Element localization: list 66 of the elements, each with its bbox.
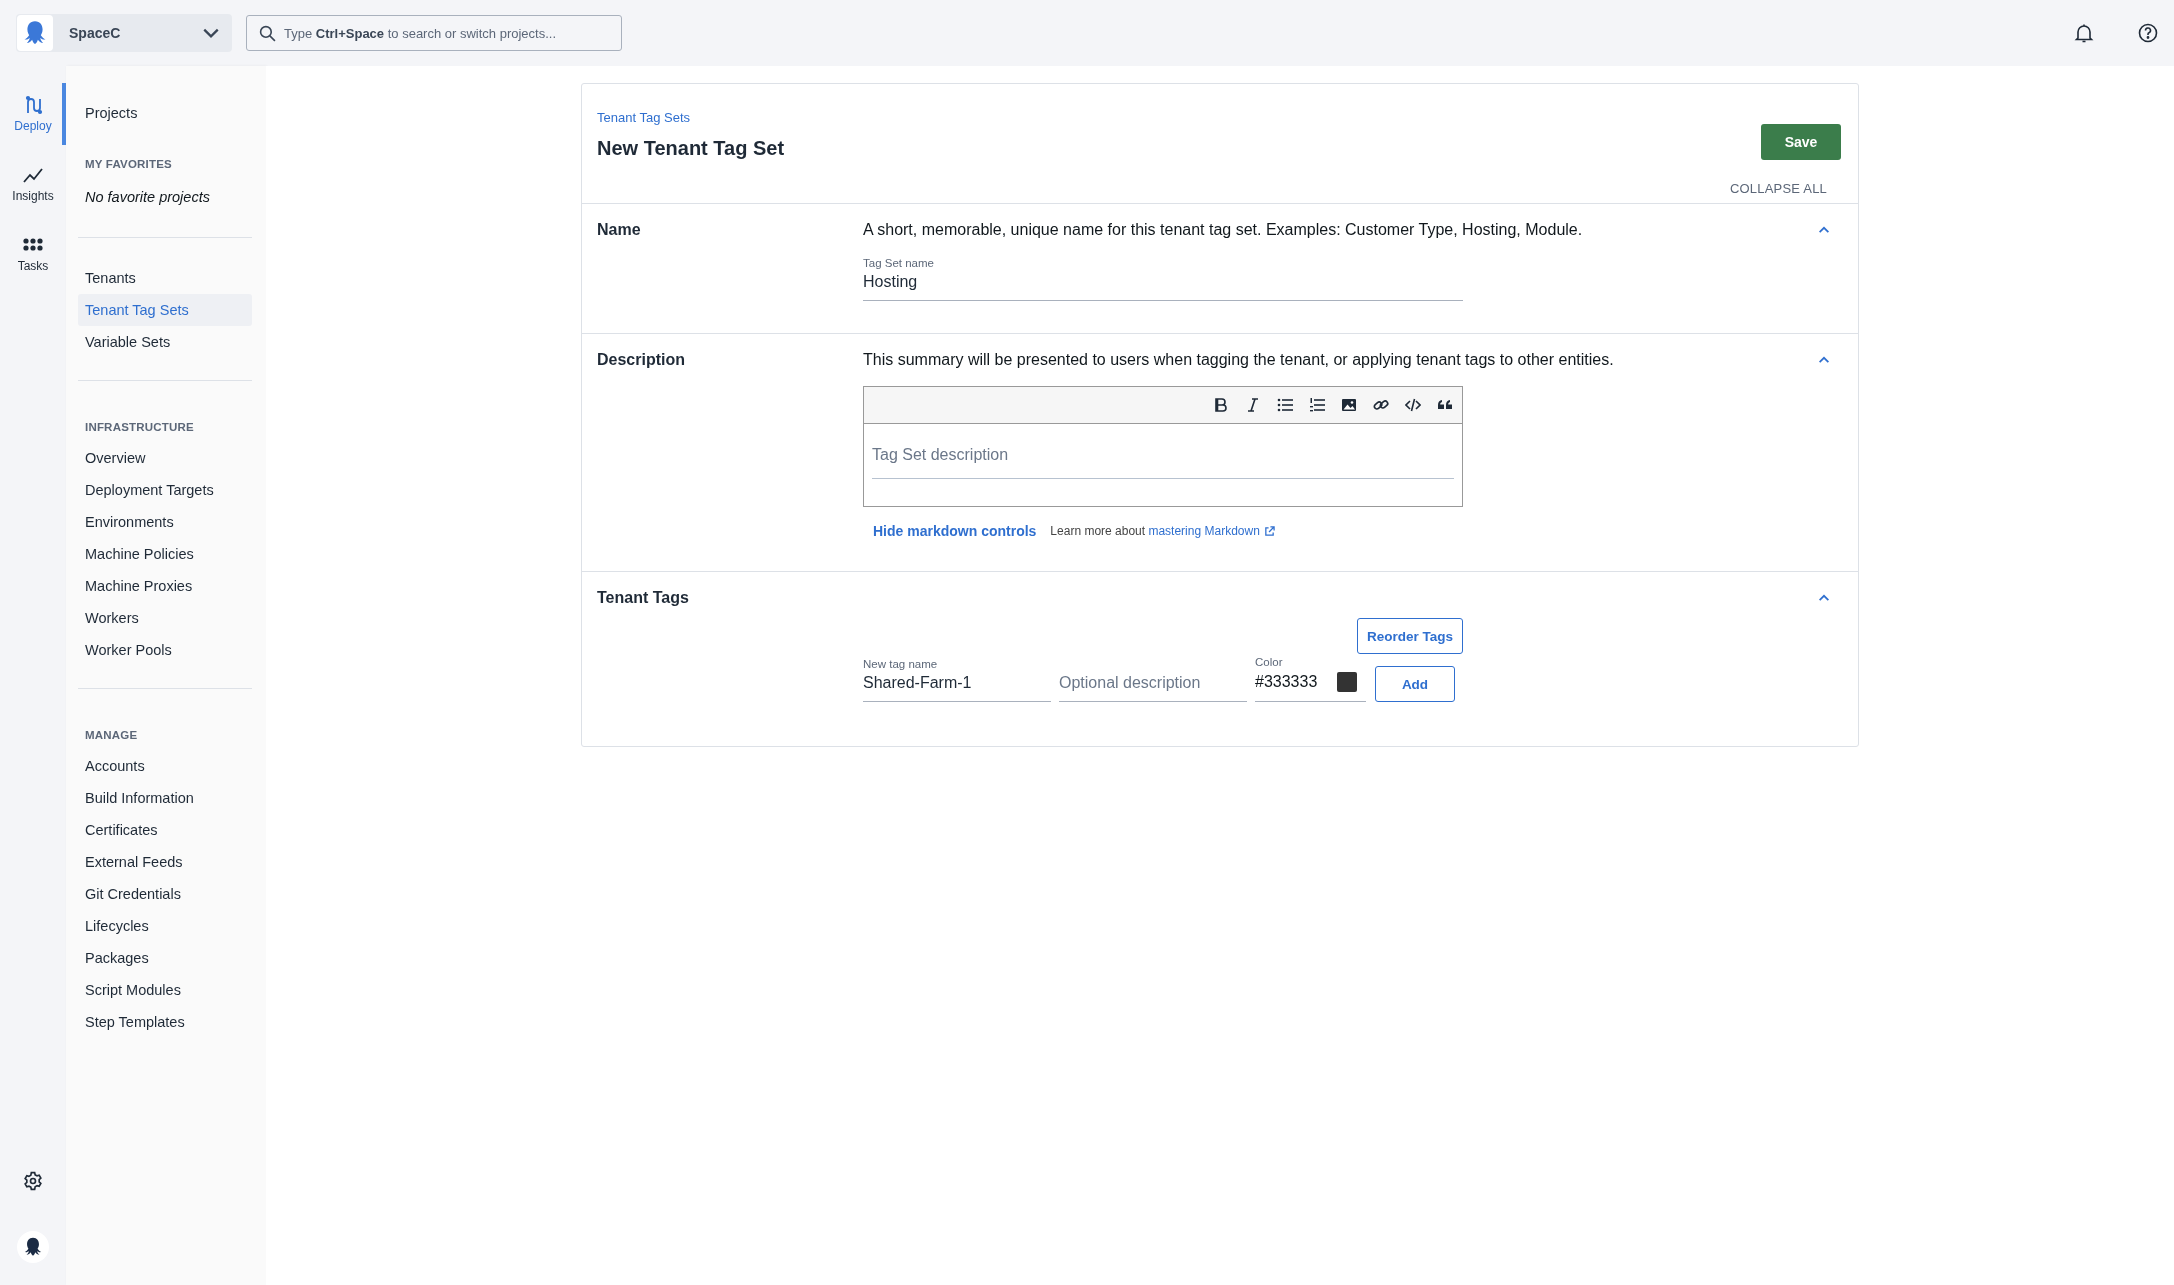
help-icon[interactable] — [2138, 23, 2158, 43]
search-icon — [259, 24, 276, 42]
space-switcher[interactable]: SpaceC — [16, 14, 232, 52]
field-label: Color — [1255, 656, 1284, 668]
field-label: New tag name — [863, 658, 939, 670]
input-field[interactable]: Hosting — [863, 269, 1463, 301]
route-icon — [23, 95, 43, 115]
search-field[interactable]: Type Ctrl+Space to search or switch projects... — [246, 15, 622, 51]
section-title: Tenant Tags — [597, 588, 690, 608]
bold-icon[interactable] — [1213, 397, 1229, 413]
user-avatar[interactable] — [17, 1231, 49, 1263]
color-swatch[interactable] — [1337, 672, 1357, 692]
section-heading: MANAGE — [85, 728, 139, 743]
sidebar-item[interactable]: Overview — [78, 442, 252, 474]
sidebar-item[interactable]: Accounts — [78, 750, 252, 782]
italic-icon[interactable] — [1245, 397, 1261, 413]
learn-more-text: Learn more about mastering Markdown — [1050, 524, 1275, 538]
tag-description-field[interactable]: Optional description — [1059, 670, 1247, 702]
nav-tab[interactable]: Tasks — [0, 223, 66, 285]
help-text: This summary will be presented to users when tagging the tenant, or applying tenant tags to other entities. — [863, 350, 1614, 370]
sidebar-item[interactable]: Worker Pools — [78, 634, 252, 666]
sidebar-item[interactable]: Projects — [78, 98, 252, 128]
section-title: Name — [597, 220, 642, 240]
sidebar-item[interactable]: Tenant Tag Sets — [78, 294, 252, 326]
reorder-tags-button[interactable]: Reorder Tags — [1356, 618, 1463, 654]
sidebar-item[interactable]: Packages — [78, 942, 252, 974]
sidebar-item[interactable]: Variable Sets — [78, 326, 252, 358]
sidebar-item[interactable]: Lifecycles — [78, 910, 252, 942]
add-button[interactable]: Add — [1375, 666, 1455, 702]
sidebar-item[interactable]: Certificates — [78, 814, 252, 846]
settings-icon[interactable] — [23, 1171, 43, 1191]
sidebar-item[interactable]: Deployment Targets — [78, 474, 252, 506]
help-text: A short, memorable, unique name for this tenant tag set. Examples: Customer Type, Hosting, Module. — [863, 220, 1583, 240]
nav-tab[interactable]: Insights — [0, 153, 66, 215]
page-title: New Tenant Tag Set — [597, 137, 786, 160]
sidebar-item[interactable]: Build Information — [78, 782, 252, 814]
color-field[interactable]: #333333 — [1255, 668, 1366, 702]
sidebar-item[interactable]: Script Modules — [78, 974, 252, 1006]
nav-tab[interactable]: Deploy — [0, 83, 66, 145]
section-heading: INFRASTRUCTURE — [85, 420, 195, 435]
image-icon[interactable] — [1341, 397, 1357, 413]
section-heading: MY FAVORITES — [85, 157, 173, 172]
empty-note: No favorite projects — [85, 188, 211, 207]
notification-bell-icon[interactable] — [2074, 23, 2094, 43]
section-title: Description — [597, 350, 686, 370]
sidebar-item[interactable]: Tenants — [78, 262, 252, 294]
hide-markdown-link[interactable]: Hide markdown controls — [873, 523, 1037, 539]
sidebar-item[interactable]: Step Templates — [78, 1006, 252, 1038]
code-icon[interactable] — [1405, 397, 1421, 413]
sidebar-item[interactable]: Git Credentials — [78, 878, 252, 910]
bullet-list-icon[interactable] — [1277, 397, 1293, 413]
field-label: Tag Set name — [863, 257, 935, 269]
sidebar-item[interactable]: External Feeds — [78, 846, 252, 878]
collapse-all-button[interactable]: COLLAPSE ALL — [1723, 180, 1833, 197]
external-link-icon — [1263, 525, 1275, 537]
breadcrumb-link[interactable]: Tenant Tag Sets — [597, 110, 1761, 125]
sidebar-item[interactable]: Machine Proxies — [78, 570, 252, 602]
numbered-list-icon[interactable] — [1309, 397, 1325, 413]
sidebar-item[interactable]: Machine Policies — [78, 538, 252, 570]
markdown-editor[interactable]: Tag Set description — [863, 386, 1463, 507]
save-button[interactable]: Save — [1761, 124, 1841, 160]
markdown-link[interactable]: mastering Markdown — [1148, 524, 1275, 538]
sidebar-item[interactable]: Environments — [78, 506, 252, 538]
sidebar-item[interactable]: Workers — [78, 602, 252, 634]
tag-name-field[interactable]: Shared-Farm-1 — [863, 670, 1051, 702]
link-icon[interactable] — [1373, 397, 1389, 413]
